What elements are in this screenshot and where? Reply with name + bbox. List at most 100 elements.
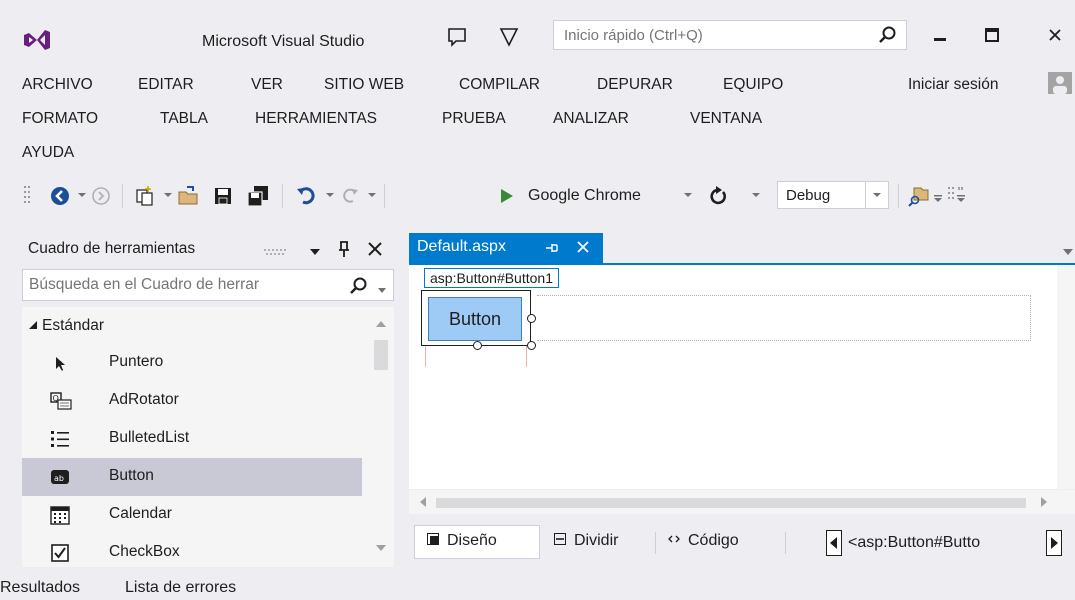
toolbox-category[interactable]: Estándar [28, 317, 104, 335]
toolbox-search-input[interactable] [23, 270, 339, 300]
quick-launch-input[interactable] [554, 21, 864, 49]
document-vertical-scrollbar[interactable] [1057, 265, 1075, 489]
toolbox-item-adrotator[interactable]: Q AdRotator [22, 382, 362, 420]
find-in-files-icon[interactable] [906, 178, 932, 214]
run-target-label[interactable]: Google Chrome [528, 178, 698, 214]
solution-configuration-select[interactable]: Debug [777, 181, 889, 209]
quick-launch-box[interactable] [553, 20, 907, 50]
view-separator [785, 532, 786, 554]
menu-depurar[interactable]: DEPURAR [597, 76, 673, 94]
guide-line [425, 345, 426, 367]
menu-archivo[interactable]: ARCHIVO [22, 76, 93, 94]
menu-ventana[interactable]: VENTANA [690, 110, 762, 128]
toolbox-search-box[interactable] [22, 269, 394, 301]
svg-text:ab: ab [54, 474, 64, 483]
save-all-icon[interactable] [244, 178, 272, 214]
configuration-value: Debug [786, 187, 831, 204]
search-icon[interactable] [878, 25, 898, 49]
minimize-button[interactable] [922, 20, 962, 50]
collapse-arrow-icon[interactable] [28, 320, 38, 330]
open-folder-icon[interactable] [176, 178, 202, 214]
navigate-forward-icon[interactable] [90, 178, 112, 214]
menu-prueba[interactable]: PRUEBA [442, 110, 506, 128]
toolbox-title: Cuadro de herramientas [28, 240, 196, 257]
pointer-icon [50, 353, 70, 373]
close-window-button[interactable] [1035, 20, 1075, 50]
view-split-button[interactable]: Dividir [554, 532, 618, 550]
run-target-dropdown-arrow-icon[interactable] [684, 193, 692, 197]
tab-output[interactable]: Resultados [0, 579, 80, 597]
toolbox-item-bulletedlist[interactable]: BulletedList [22, 420, 362, 458]
toolbar-separator [282, 184, 283, 208]
redo-dropdown-arrow-icon[interactable] [368, 193, 376, 197]
menu-analizar[interactable]: ANALIZAR [553, 110, 629, 128]
new-project-icon[interactable] [132, 178, 158, 214]
feedback-icon[interactable] [446, 26, 468, 52]
sign-in-link[interactable]: Iniciar sesión [908, 76, 998, 94]
refresh-dropdown-arrow-icon[interactable] [752, 193, 760, 197]
undo-icon[interactable] [294, 178, 320, 214]
menu-ver[interactable]: VER [251, 76, 283, 94]
menu-formato[interactable]: FORMATO [22, 110, 98, 128]
user-avatar-icon[interactable] [1048, 72, 1072, 94]
close-tab-icon[interactable] [575, 239, 591, 259]
standard-toolbar: Google Chrome [0, 178, 1075, 214]
menu-ayuda[interactable]: AYUDA [22, 144, 74, 162]
pin-icon[interactable] [336, 240, 352, 262]
maximize-button[interactable] [972, 20, 1012, 50]
toolbox-scrollbar[interactable] [372, 318, 390, 564]
window-title: Microsoft Visual Studio [202, 33, 365, 50]
tag-path-bar: <asp:Button#Butto [826, 528, 1062, 558]
refresh-browser-icon[interactable] [706, 178, 730, 214]
filter-icon[interactable] [498, 26, 520, 52]
menu-equipo[interactable]: EQUIPO [723, 76, 783, 94]
panel-grip-icon[interactable] [264, 244, 304, 261]
visual-studio-logo-icon [24, 28, 50, 52]
resize-handle[interactable] [473, 341, 482, 350]
undo-dropdown-arrow-icon[interactable] [326, 193, 334, 197]
path-scroll-left-icon[interactable] [826, 530, 842, 560]
toolbox-item-checkbox[interactable]: CheckBox [22, 534, 362, 572]
resize-handle[interactable] [527, 341, 536, 350]
asp-button-control[interactable]: Button [428, 297, 522, 341]
tab-default-aspx[interactable]: Default.aspx [409, 233, 603, 263]
navigate-back-icon[interactable] [48, 178, 72, 214]
toolbar-separator [898, 184, 899, 208]
toolbox-item-pointer[interactable]: Puntero [22, 344, 362, 382]
toolbar-grip[interactable] [22, 178, 32, 214]
view-design-button[interactable]: Diseño [414, 525, 540, 559]
panel-dropdown-icon[interactable] [308, 244, 322, 261]
resize-handle[interactable] [527, 314, 536, 323]
new-dropdown-arrow-icon[interactable] [164, 193, 172, 197]
tab-overflow-chevron-icon[interactable] [1062, 244, 1074, 261]
tag-path-item[interactable]: <asp:Button#Butto [848, 534, 980, 552]
element-tag-label: asp:Button#Button1 [424, 268, 559, 288]
category-label: Estándar [42, 317, 105, 334]
scrollbar-thumb[interactable] [436, 498, 1026, 508]
tab-error-list[interactable]: Lista de errores [125, 579, 236, 597]
design-view-icon [427, 532, 439, 550]
menu-compilar[interactable]: COMPILAR [459, 76, 540, 94]
menu-herramientas[interactable]: HERRAMIENTAS [255, 110, 377, 128]
view-code-button[interactable]: Código [668, 532, 739, 550]
path-scroll-right-icon[interactable] [1046, 530, 1062, 560]
close-panel-icon[interactable] [366, 240, 384, 262]
toolbox-item-button[interactable]: ab Button [22, 458, 362, 496]
search-icon[interactable] [349, 276, 369, 300]
toolbox-item-calendar[interactable]: Calendar [22, 496, 362, 534]
redo-icon[interactable] [338, 178, 362, 214]
button-control-icon: ab [50, 467, 70, 487]
chevron-down-icon[interactable] [865, 182, 888, 208]
back-dropdown-arrow-icon[interactable] [78, 193, 86, 197]
toolbar-options-icon[interactable] [932, 178, 944, 214]
pin-tab-icon[interactable] [544, 240, 560, 260]
toolbox-list: Estándar Puntero Q AdRotator BulletedLis… [22, 307, 394, 567]
menu-tabla[interactable]: TABLA [160, 110, 208, 128]
start-debugging-icon[interactable] [496, 178, 518, 214]
toolbar-overflow-icon[interactable] [946, 178, 968, 214]
menu-sitio-web[interactable]: SITIO WEB [324, 76, 404, 94]
chevron-down-icon[interactable] [377, 282, 387, 299]
save-icon[interactable] [210, 178, 236, 214]
bottom-panel-tabs: Resultados Lista de errores [0, 577, 1075, 600]
menu-editar[interactable]: EDITAR [138, 76, 194, 94]
